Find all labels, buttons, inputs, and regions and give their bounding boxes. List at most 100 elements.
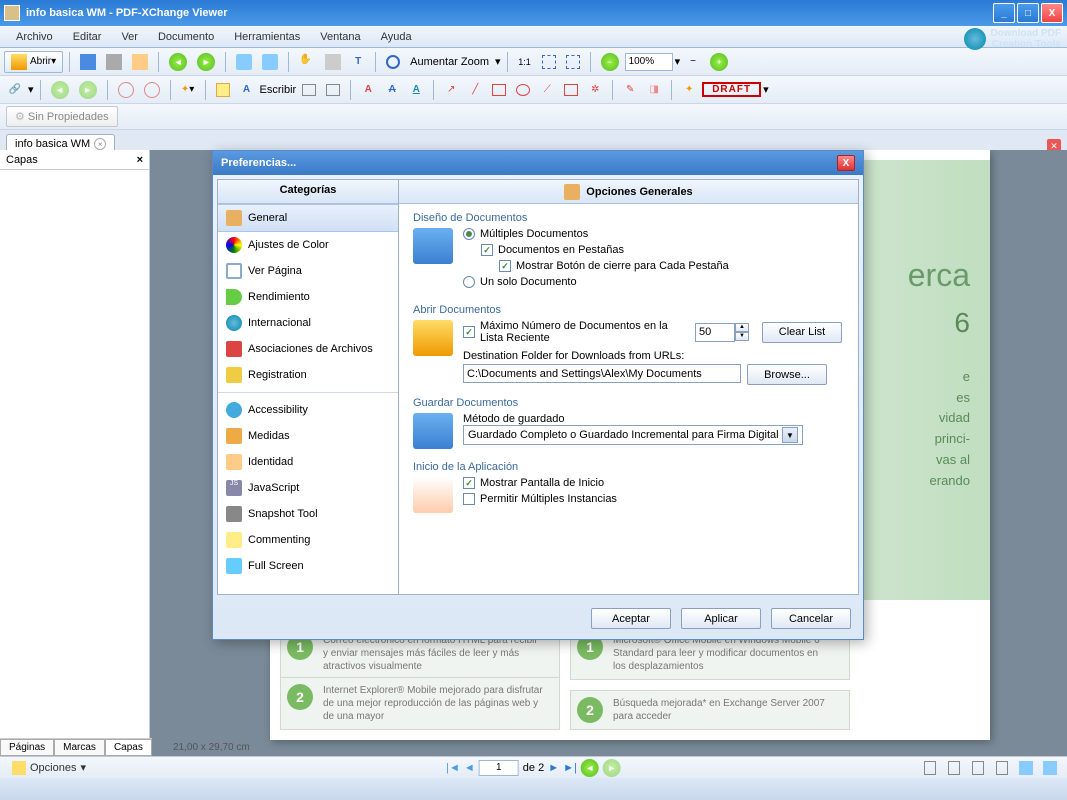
save-method-select[interactable]: Guardado Completo o Guardado Incremental… xyxy=(463,425,803,445)
hand-tool-button[interactable]: ✋ xyxy=(295,51,319,73)
save-button[interactable] xyxy=(76,51,100,73)
dialog-title-bar[interactable]: Preferencias... X xyxy=(213,151,863,175)
link-tool-button[interactable]: 🔗 xyxy=(4,79,26,101)
open-button[interactable]: Abrir ▾ xyxy=(4,51,63,73)
category-commenting[interactable]: Commenting xyxy=(218,527,398,553)
download-banner[interactable]: Download PDF Creation Tools xyxy=(964,28,1061,50)
draft-stamp[interactable]: DRAFT xyxy=(702,82,761,97)
zoom-input[interactable] xyxy=(625,53,673,71)
category-general[interactable]: General xyxy=(218,204,398,232)
menu-ventana[interactable]: Ventana xyxy=(312,29,368,45)
find-button[interactable] xyxy=(114,79,138,101)
max-recent-input[interactable] xyxy=(695,323,735,342)
minimize-button[interactable]: _ xyxy=(993,3,1015,23)
underline-button[interactable]: A xyxy=(405,79,427,101)
maximize-button[interactable]: □ xyxy=(1017,3,1039,23)
note-button[interactable] xyxy=(212,79,234,101)
history-back-button[interactable]: ◄ xyxy=(47,79,73,101)
fit-page-button[interactable] xyxy=(538,51,560,73)
zoom-tool-button[interactable] xyxy=(382,51,404,73)
print-button[interactable] xyxy=(102,51,126,73)
clear-list-button[interactable]: Clear List xyxy=(762,322,842,343)
dialog-close-button[interactable]: X xyxy=(837,155,855,171)
snapshot-button[interactable] xyxy=(321,51,345,73)
page-number-input[interactable] xyxy=(479,760,519,776)
nav-back-button[interactable]: ◄ xyxy=(581,759,599,777)
layout-cont-button[interactable] xyxy=(943,757,965,779)
zoom-in-button[interactable]: + xyxy=(706,51,732,73)
category-fullscreen[interactable]: Full Screen xyxy=(218,553,398,579)
fit-width-button[interactable] xyxy=(562,51,584,73)
menu-herramientas[interactable]: Herramientas xyxy=(226,29,308,45)
menu-editar[interactable]: Editar xyxy=(65,29,110,45)
layout-single-button[interactable] xyxy=(919,757,941,779)
check-close-button[interactable] xyxy=(499,260,511,272)
strikeout-button[interactable]: A xyxy=(381,79,403,101)
category-file-assoc[interactable]: Asociaciones de Archivos xyxy=(218,336,398,362)
apply-button[interactable]: Aplicar xyxy=(681,608,761,629)
polygon-tool-button[interactable] xyxy=(560,79,582,101)
options-dd-button[interactable]: ✦▾ xyxy=(177,79,199,101)
tab-marcas[interactable]: Marcas xyxy=(54,739,105,756)
category-color[interactable]: Ajustes de Color xyxy=(218,232,398,258)
last-page-button[interactable]: ►| xyxy=(563,762,577,774)
menu-ver[interactable]: Ver xyxy=(113,29,146,45)
next-page-button[interactable]: ► xyxy=(548,762,559,774)
zoom-out-button[interactable]: − xyxy=(597,51,623,73)
textbox-button[interactable] xyxy=(298,79,320,101)
category-page-view[interactable]: Ver Página xyxy=(218,258,398,284)
menu-ayuda[interactable]: Ayuda xyxy=(373,29,420,45)
prev-page-button[interactable]: ◄ xyxy=(464,762,475,774)
arrow-tool-button[interactable]: ↗ xyxy=(440,79,462,101)
accept-button[interactable]: Aceptar xyxy=(591,608,671,629)
check-multi-instance[interactable] xyxy=(463,493,475,505)
history-forward-button[interactable]: ► xyxy=(75,79,101,101)
highlight-button[interactable]: A xyxy=(357,79,379,101)
email-button[interactable] xyxy=(128,51,152,73)
polyline-tool-button[interactable]: ⟋ xyxy=(536,79,558,101)
category-registration[interactable]: Registration xyxy=(218,362,398,388)
category-accessibility[interactable]: Accessibility xyxy=(218,397,398,423)
select-text-button[interactable]: T xyxy=(347,51,369,73)
category-measures[interactable]: Medidas xyxy=(218,423,398,449)
category-international[interactable]: Internacional xyxy=(218,310,398,336)
stamp-button[interactable]: ✦ xyxy=(678,79,700,101)
dest-folder-input[interactable] xyxy=(463,364,741,383)
rotate-view-button[interactable] xyxy=(1039,757,1061,779)
opciones-button[interactable]: Opciones ▾ xyxy=(6,759,92,777)
rect-tool-button[interactable] xyxy=(488,79,510,101)
zoom-out-button[interactable]: − xyxy=(682,51,704,73)
line-tool-button[interactable]: ╱ xyxy=(464,79,486,101)
spin-down-button[interactable]: ▼ xyxy=(735,332,749,341)
tab-paginas[interactable]: Páginas xyxy=(0,739,54,756)
menu-documento[interactable]: Documento xyxy=(150,29,222,45)
check-max-recent[interactable] xyxy=(463,326,475,338)
typewriter-button[interactable]: А xyxy=(236,79,258,101)
radio-multi-docs[interactable] xyxy=(463,228,475,240)
layout-facing-button[interactable] xyxy=(967,757,989,779)
layout-facing-cont-button[interactable] xyxy=(991,757,1013,779)
browse-button[interactable]: Browse... xyxy=(747,364,827,385)
rotate-view-button[interactable] xyxy=(1015,757,1037,779)
fit-actual-button[interactable]: 1:1 xyxy=(514,51,536,73)
category-snapshot[interactable]: Snapshot Tool xyxy=(218,501,398,527)
check-tabs[interactable] xyxy=(481,244,493,256)
callout-button[interactable] xyxy=(322,79,344,101)
forward-button[interactable]: ► xyxy=(193,51,219,73)
pencil-tool-button[interactable]: ✎ xyxy=(619,79,641,101)
cancel-button[interactable]: Cancelar xyxy=(771,608,851,629)
radio-single-doc[interactable] xyxy=(463,276,475,288)
category-identity[interactable]: Identidad xyxy=(218,449,398,475)
spin-up-button[interactable]: ▲ xyxy=(735,323,749,332)
back-button[interactable]: ◄ xyxy=(165,51,191,73)
cloud-tool-button[interactable]: ✲ xyxy=(584,79,606,101)
category-performance[interactable]: Rendimiento xyxy=(218,284,398,310)
nav-fwd-button[interactable]: ► xyxy=(603,759,621,777)
rotate-cw-button[interactable] xyxy=(258,51,282,73)
close-button[interactable]: X xyxy=(1041,3,1063,23)
first-page-button[interactable]: |◄ xyxy=(446,762,460,774)
tab-close-button[interactable]: × xyxy=(94,138,106,150)
category-javascript[interactable]: JSJavaScript xyxy=(218,475,398,501)
rotate-ccw-button[interactable] xyxy=(232,51,256,73)
check-splash[interactable] xyxy=(463,477,475,489)
